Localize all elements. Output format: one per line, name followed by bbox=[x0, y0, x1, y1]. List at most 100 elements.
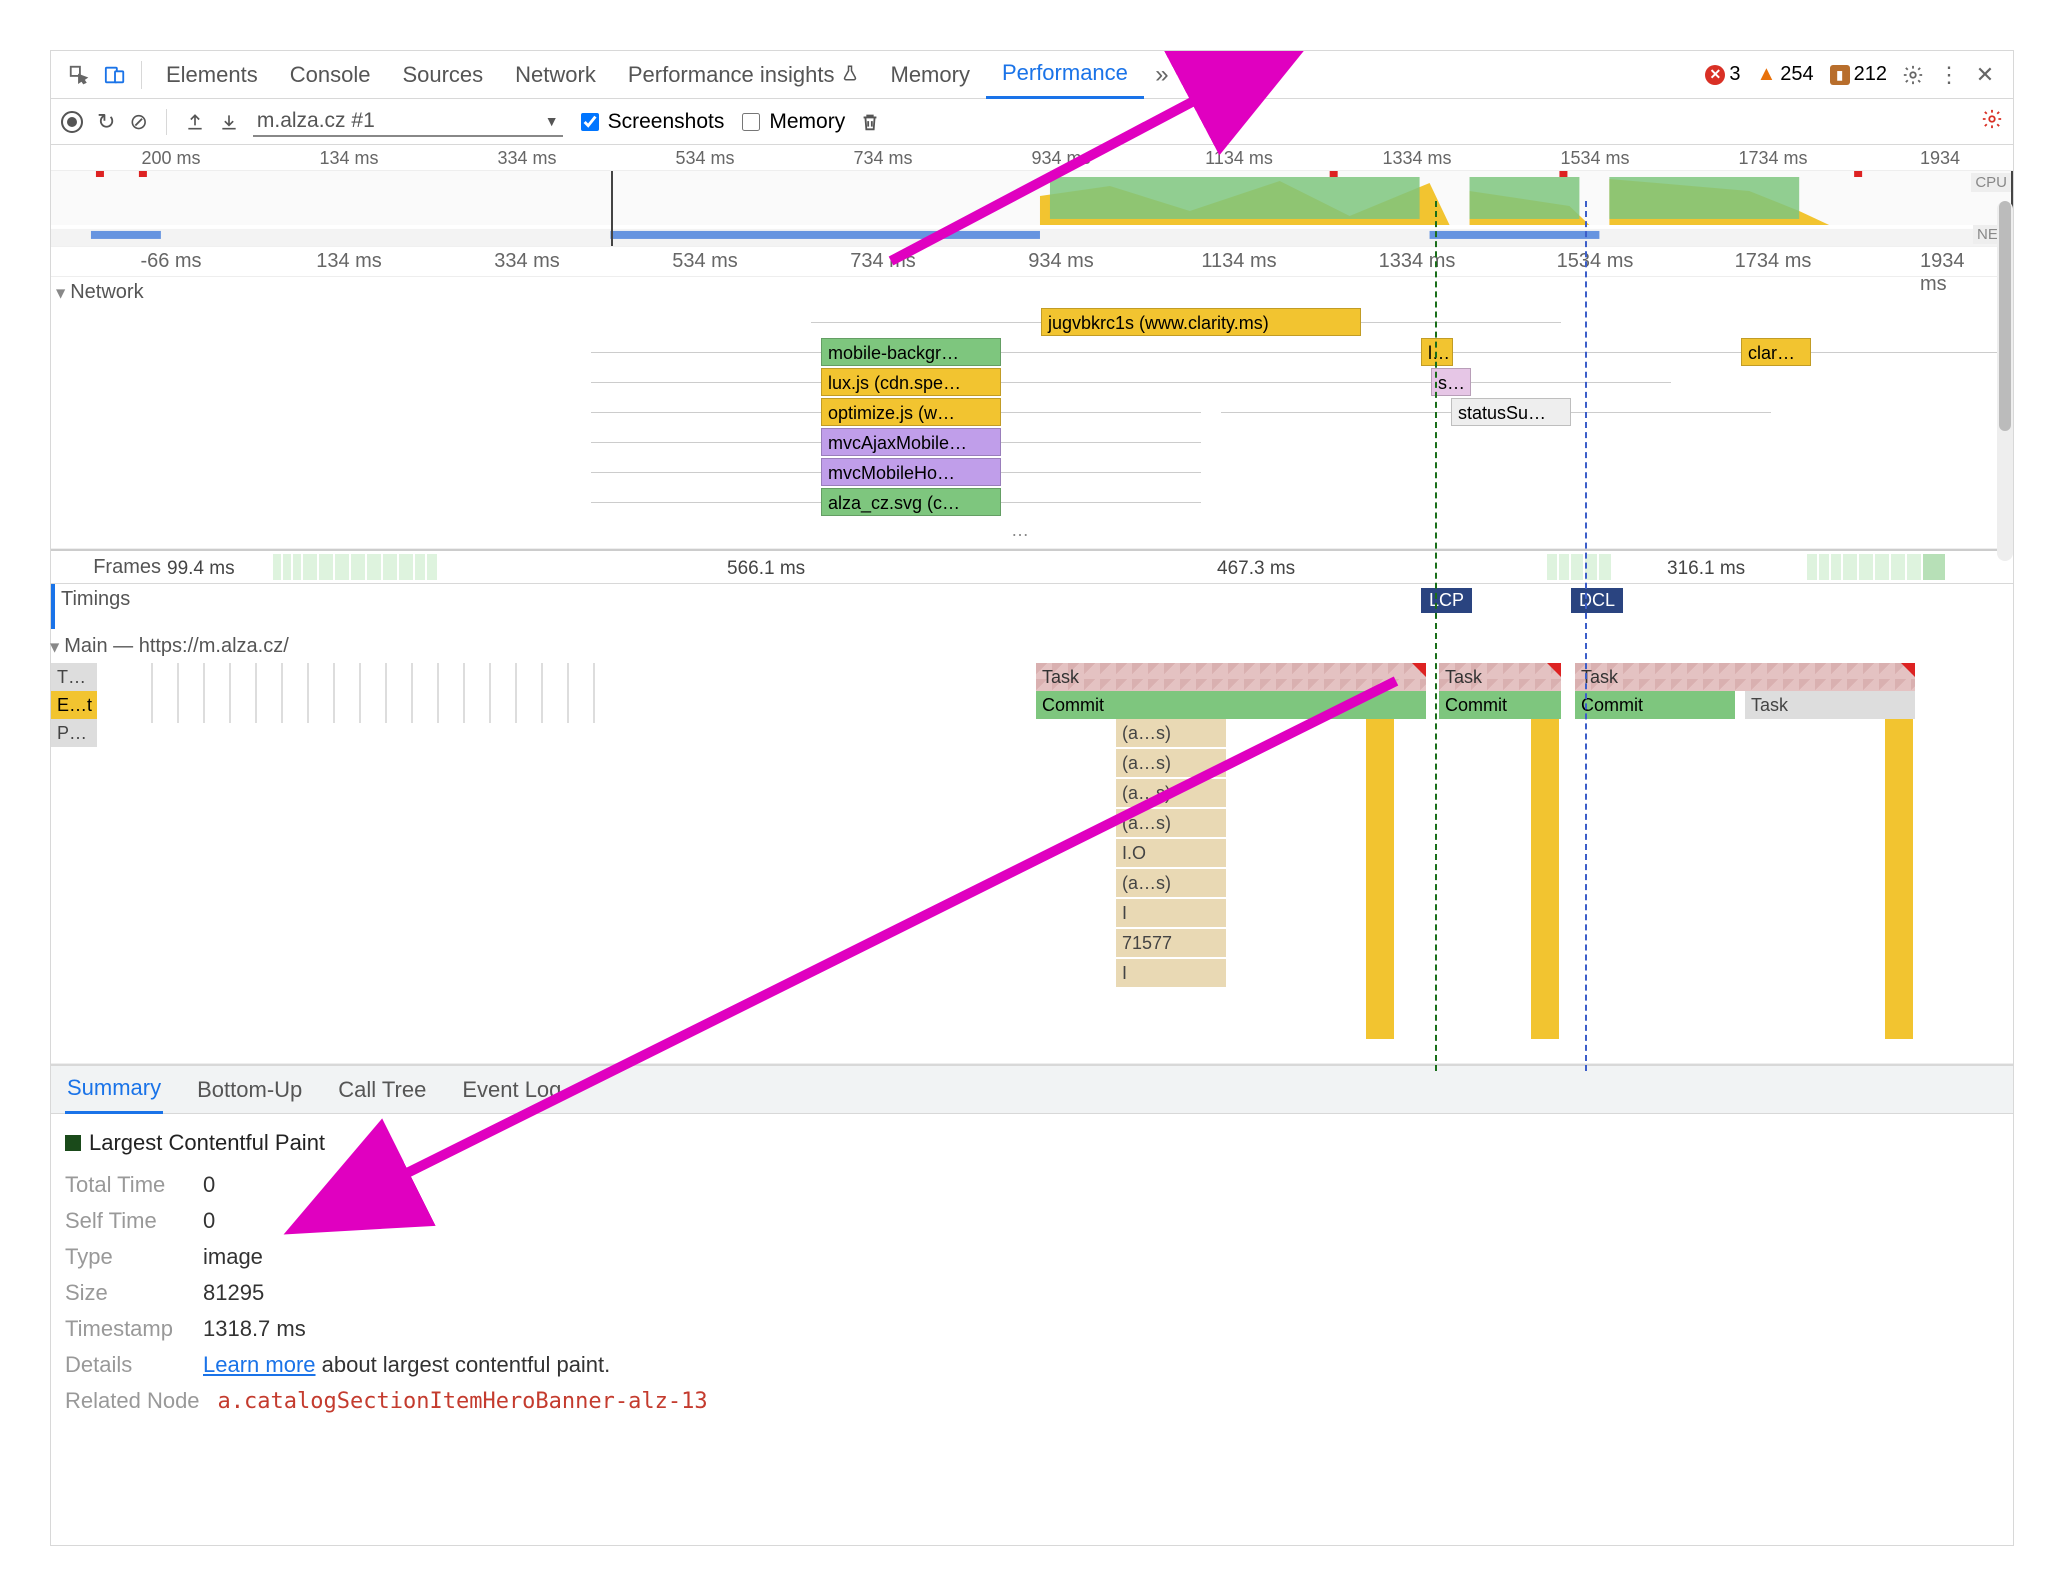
details-tab-event-log[interactable]: Event Log bbox=[460, 1066, 563, 1114]
flame-block[interactable]: E…t bbox=[51, 691, 97, 719]
main-thread-label[interactable]: Main — https://m.alza.cz/ bbox=[64, 635, 289, 657]
recording-name: m.alza.cz #1 bbox=[257, 109, 375, 133]
network-request[interactable]: mvcMobileHo… bbox=[821, 458, 1001, 486]
flame-task[interactable]: Task bbox=[1745, 691, 1915, 719]
network-request[interactable]: lux.js (cdn.spe… bbox=[821, 368, 1001, 396]
memory-checkbox[interactable]: Memory bbox=[738, 110, 845, 134]
clear-icon[interactable]: ⊘ bbox=[129, 109, 147, 135]
close-icon[interactable]: ✕ bbox=[1967, 57, 2003, 93]
details-tab-summary[interactable]: Summary bbox=[65, 1066, 163, 1114]
flame-frame[interactable]: I bbox=[1116, 899, 1226, 927]
tab-memory[interactable]: Memory bbox=[875, 51, 986, 99]
warning-count[interactable]: ▲254 bbox=[1748, 63, 1821, 86]
recording-picker[interactable]: m.alza.cz #1▼ bbox=[253, 107, 563, 137]
flame-frame[interactable]: I bbox=[1116, 959, 1226, 987]
flame-script[interactable] bbox=[1885, 719, 1913, 1039]
settings-icon[interactable] bbox=[1895, 57, 1931, 93]
flame-frame[interactable]: (a…s) bbox=[1116, 809, 1226, 837]
tab-network[interactable]: Network bbox=[499, 51, 612, 99]
ruler-tick: 134 ms bbox=[319, 148, 378, 169]
timing-marker-dcl[interactable]: DCL bbox=[1571, 588, 1623, 613]
ruler-tick: 1734 ms bbox=[1738, 148, 1807, 169]
network-label[interactable]: Network bbox=[70, 281, 143, 303]
frame-duration: 566.1 ms bbox=[727, 558, 805, 580]
devtools-tabbar: ElementsConsoleSourcesNetworkPerformance… bbox=[51, 51, 2013, 99]
network-request[interactable]: l… bbox=[1421, 338, 1453, 366]
details-tab-call-tree[interactable]: Call Tree bbox=[336, 1066, 428, 1114]
garbage-collect-icon[interactable] bbox=[859, 111, 881, 133]
flame-task[interactable]: Task bbox=[1575, 663, 1915, 691]
error-count[interactable]: ✕3 bbox=[1697, 63, 1748, 86]
network-request[interactable]: mvcAjaxMobile… bbox=[821, 428, 1001, 456]
network-request[interactable]: optimize.js (w… bbox=[821, 398, 1001, 426]
ruler-tick: 334 ms bbox=[497, 148, 556, 169]
overview-selection-handle[interactable] bbox=[611, 171, 2013, 246]
flame-frame[interactable]: (a…s) bbox=[1116, 869, 1226, 897]
network-request[interactable]: mobile-backgr… bbox=[821, 338, 1001, 366]
record-button[interactable] bbox=[61, 111, 83, 133]
ruler-tick: 534 ms bbox=[672, 250, 738, 273]
flame-task[interactable]: Task bbox=[1439, 663, 1561, 691]
network-request[interactable]: alza_cz.svg (c… bbox=[821, 488, 1001, 516]
summary-value: image bbox=[203, 1244, 263, 1270]
flame-block[interactable]: T… bbox=[51, 663, 97, 691]
flask-icon bbox=[841, 62, 859, 88]
vertical-scrollbar[interactable] bbox=[1997, 201, 2013, 561]
learn-more-link[interactable]: Learn more bbox=[203, 1352, 316, 1377]
frame-duration: 316.1 ms bbox=[1667, 558, 1745, 580]
ruler-tick: 534 ms bbox=[675, 148, 734, 169]
details-tab-bottom-up[interactable]: Bottom-Up bbox=[195, 1066, 304, 1114]
flame-frame[interactable]: (a…s) bbox=[1116, 779, 1226, 807]
overview-strip[interactable]: CPU NET bbox=[51, 171, 2013, 247]
timing-marker-lcp[interactable]: LCP bbox=[1421, 588, 1472, 613]
network-request[interactable]: jugvbkrc1s (www.clarity.ms) bbox=[1041, 308, 1361, 336]
ruler-tick: 1534 ms bbox=[1557, 250, 1634, 273]
flame-block[interactable]: P… bbox=[51, 719, 97, 747]
flame-script[interactable] bbox=[1366, 719, 1394, 1039]
tab-performance[interactable]: Performance bbox=[986, 51, 1144, 99]
screenshots-checkbox[interactable]: Screenshots bbox=[577, 110, 725, 134]
network-request[interactable]: clar… bbox=[1741, 338, 1811, 366]
tab-console[interactable]: Console bbox=[274, 51, 387, 99]
flame-commit[interactable]: Commit bbox=[1439, 691, 1561, 719]
network-track: ▶Network … jugvbkrc1s (www.clarity.ms)mo… bbox=[51, 277, 2013, 549]
kebab-icon[interactable]: ⋮ bbox=[1931, 57, 1967, 93]
download-icon[interactable] bbox=[219, 112, 239, 132]
flame-frame[interactable]: (a…s) bbox=[1116, 749, 1226, 777]
reload-record-icon[interactable]: ↻ bbox=[97, 109, 115, 135]
timings-track[interactable]: Timings LCPDCL bbox=[51, 583, 2013, 629]
tab-elements[interactable]: Elements bbox=[150, 51, 274, 99]
summary-key: Type bbox=[65, 1244, 185, 1270]
flame-frame[interactable]: 71577 bbox=[1116, 929, 1226, 957]
ruler-tick: 1734 ms bbox=[1735, 250, 1812, 273]
perf-settings-icon[interactable] bbox=[1981, 108, 2003, 136]
related-node-value[interactable]: a.catalogSectionItemHeroBanner-alz-13 bbox=[218, 1389, 708, 1414]
upload-icon[interactable] bbox=[185, 112, 205, 132]
tab-sources[interactable]: Sources bbox=[386, 51, 499, 99]
overview-ruler[interactable]: 200 ms134 ms334 ms534 ms734 ms934 ms1134… bbox=[51, 145, 2013, 171]
ruler-tick: -66 ms bbox=[140, 250, 201, 273]
timeline-ruler[interactable]: -66 ms134 ms334 ms534 ms734 ms934 ms1134… bbox=[51, 247, 2013, 277]
summary-value: 0 bbox=[203, 1172, 215, 1198]
ruler-tick: 200 ms bbox=[141, 148, 200, 169]
flame-frame[interactable]: (a…s) bbox=[1116, 719, 1226, 747]
frames-track[interactable]: Frames 99.4 ms 566.1 ms 467.3 ms 316.1 m… bbox=[51, 549, 2013, 583]
inspect-icon[interactable] bbox=[61, 57, 97, 93]
tab-performance-insights[interactable]: Performance insights bbox=[612, 51, 875, 99]
ruler-tick: 1534 ms bbox=[1560, 148, 1629, 169]
main-track: ▶Main — https://m.alza.cz/ T…E…tP…TaskCo… bbox=[51, 629, 2013, 1064]
frames-label: Frames bbox=[51, 556, 167, 579]
info-count[interactable]: ▮212 bbox=[1822, 63, 1895, 86]
more-tabs-icon[interactable]: » bbox=[1144, 57, 1180, 93]
flame-script[interactable] bbox=[1531, 719, 1559, 1039]
device-toggle-icon[interactable] bbox=[97, 57, 133, 93]
flame-commit[interactable]: Commit bbox=[1036, 691, 1426, 719]
performance-toolbar: ↻ ⊘ m.alza.cz #1▼ Screenshots Memory bbox=[51, 99, 2013, 145]
flame-commit[interactable]: Commit bbox=[1575, 691, 1735, 719]
summary-key: Total Time bbox=[65, 1172, 185, 1198]
network-request[interactable]: st… bbox=[1431, 368, 1471, 396]
flame-task[interactable]: Task bbox=[1036, 663, 1426, 691]
network-request[interactable]: statusSu… bbox=[1451, 398, 1571, 426]
flame-frame[interactable]: I.O bbox=[1116, 839, 1226, 867]
summary-value: 81295 bbox=[203, 1280, 264, 1306]
